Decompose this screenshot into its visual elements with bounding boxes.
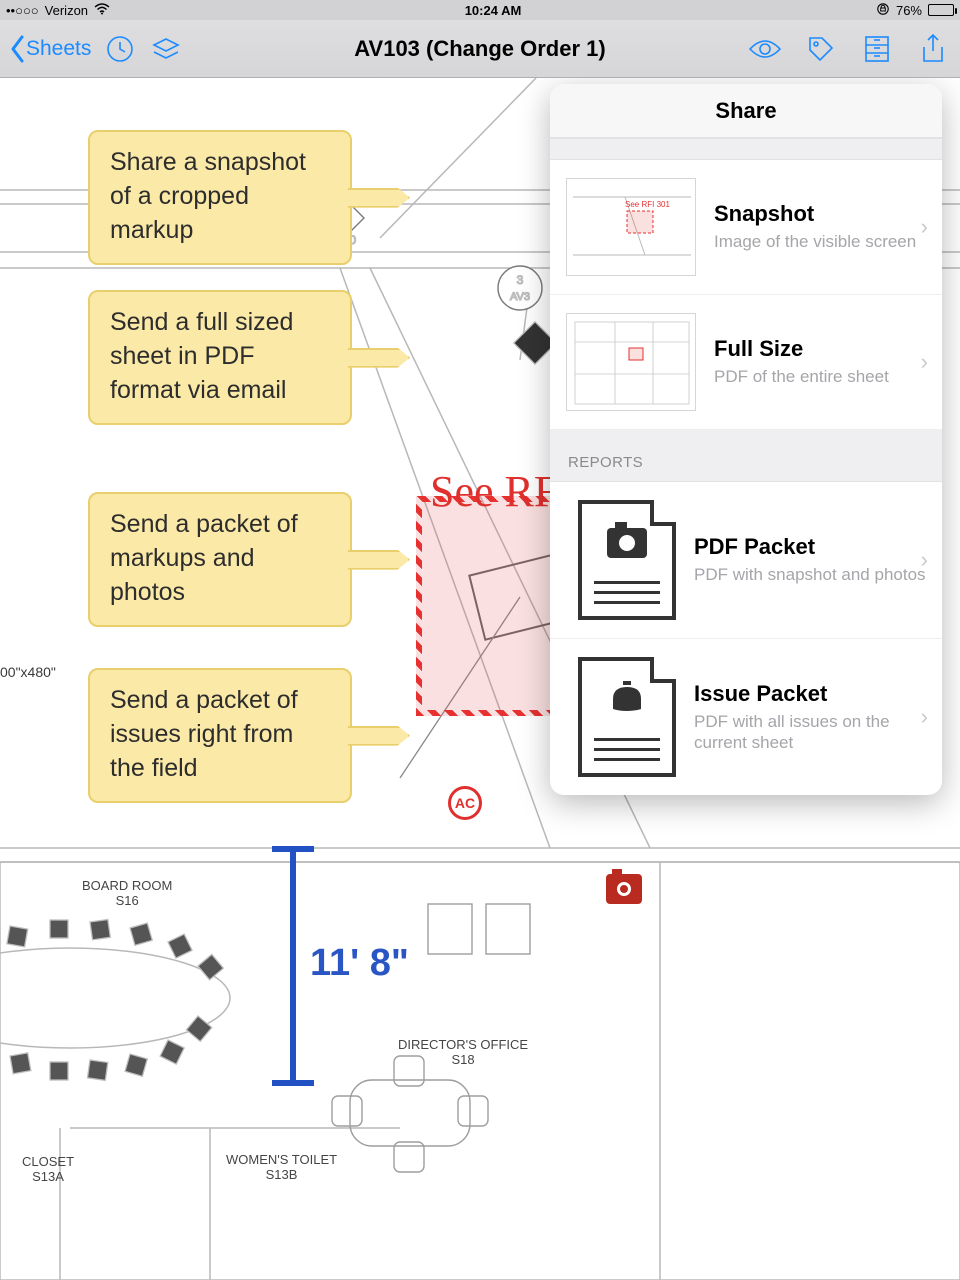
room-closet: CLOSETS13A	[22, 1154, 74, 1184]
share-row-sub: PDF of the entire sheet	[714, 366, 926, 387]
back-label: Sheets	[26, 37, 91, 61]
share-row-title: PDF Packet	[694, 534, 926, 560]
carrier-label: Verizon	[45, 3, 88, 18]
annotation-pdf-packet: Send a packet of markups and photos	[88, 492, 352, 627]
back-button[interactable]: Sheets	[10, 35, 91, 63]
share-icon[interactable]	[916, 32, 950, 66]
nav-bar: Sheets AV103 (Change Order 1)	[0, 20, 960, 78]
visibility-icon[interactable]	[748, 32, 782, 66]
layers-icon[interactable]	[149, 32, 183, 66]
history-icon[interactable]	[103, 32, 137, 66]
share-popover: Share See RFI 301 Snapshot Image of the …	[550, 84, 942, 795]
share-row-sub: PDF with snapshot and photos	[694, 564, 926, 585]
photo-marker[interactable]	[606, 874, 642, 904]
signal-dots: ••○○○	[6, 3, 39, 18]
share-row-sub: PDF with all issues on the current sheet	[694, 711, 926, 754]
chevron-right-icon: ›	[921, 547, 928, 573]
share-row-title: Snapshot	[714, 201, 926, 227]
tag-icon[interactable]	[804, 32, 838, 66]
share-issue-packet[interactable]: Issue Packet PDF with all issues on the …	[550, 639, 942, 795]
share-row-title: Issue Packet	[694, 681, 926, 707]
chevron-right-icon: ›	[921, 349, 928, 375]
wifi-icon	[94, 3, 110, 18]
share-header: Share	[550, 84, 942, 138]
share-snapshot[interactable]: See RFI 301 Snapshot Image of the visibl…	[550, 160, 942, 295]
file-camera-icon	[578, 500, 676, 620]
side-dimension: 00"x480"	[0, 664, 56, 680]
battery-pct: 76%	[896, 3, 922, 18]
annotation-issue-packet: Send a packet of issues right from the f…	[88, 668, 352, 803]
share-section-reports: REPORTS	[550, 430, 942, 482]
dimension-line[interactable]	[290, 846, 296, 1086]
svg-text:See RFI 301: See RFI 301	[625, 200, 670, 209]
ac-symbol: AC	[448, 786, 482, 820]
status-time: 10:24 AM	[465, 3, 522, 18]
chevron-right-icon: ›	[921, 704, 928, 730]
file-punch-icon	[578, 657, 676, 777]
share-row-title: Full Size	[714, 336, 926, 362]
svg-text:AV3: AV3	[510, 291, 530, 303]
annotation-fullsize: Send a full sized sheet in PDF format vi…	[88, 290, 352, 425]
cabinet-icon[interactable]	[860, 32, 894, 66]
room-director: DIRECTOR'S OFFICES18	[398, 1037, 528, 1067]
share-row-sub: Image of the visible screen	[714, 231, 926, 252]
room-toilet: WOMEN'S TOILETS13B	[226, 1152, 337, 1182]
annotation-snapshot: Share a snapshot of a cropped markup	[88, 130, 352, 265]
share-fullsize[interactable]: Full Size PDF of the entire sheet ›	[550, 295, 942, 430]
dimension-value: 11' 8"	[310, 942, 409, 985]
page-title: AV103 (Change Order 1)	[354, 36, 605, 62]
chevron-right-icon: ›	[921, 214, 928, 240]
snapshot-thumb: See RFI 301	[566, 178, 696, 276]
fullsize-thumb	[566, 313, 696, 411]
status-bar: ••○○○ Verizon 10:24 AM 76%	[0, 0, 960, 20]
drawing-canvas[interactable]: 1 V300 3 AV3 00"x480" See RF AC 11' 8" B…	[0, 78, 960, 1280]
orientation-lock-icon	[876, 2, 890, 19]
svg-text:3: 3	[517, 273, 524, 287]
share-pdf-packet[interactable]: PDF Packet PDF with snapshot and photos …	[550, 482, 942, 639]
battery-icon	[928, 4, 954, 16]
room-board: BOARD ROOMS16	[82, 878, 172, 908]
rfi-label: See RF	[430, 466, 558, 517]
